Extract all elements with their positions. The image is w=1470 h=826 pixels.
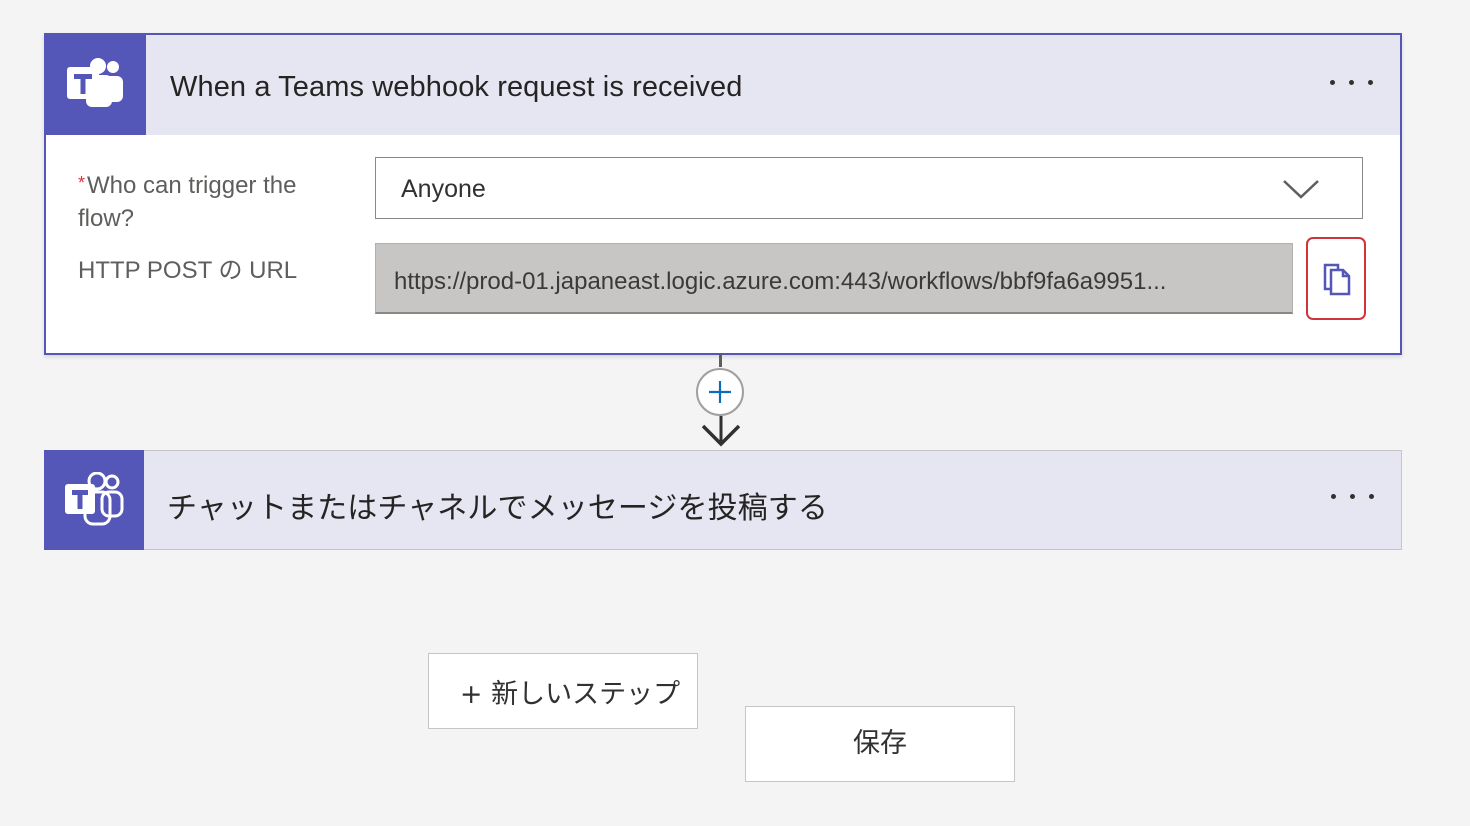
more-dot: [1350, 494, 1355, 499]
trigger-more-options-button[interactable]: [1328, 71, 1378, 93]
new-step-label: + 新しいステップ: [459, 679, 681, 710]
trigger-card[interactable]: When a Teams webhook request is received…: [44, 33, 1402, 355]
who-can-trigger-dropdown[interactable]: Anyone: [375, 157, 1363, 219]
more-dot: [1349, 80, 1354, 85]
teams-icon: [44, 450, 144, 550]
trigger-card-header[interactable]: When a Teams webhook request is received: [46, 35, 1400, 135]
teams-icon: [46, 35, 146, 135]
action-more-options-button[interactable]: [1329, 485, 1379, 507]
connector-line: [719, 353, 722, 367]
insert-step-button[interactable]: [696, 368, 744, 416]
http-post-url-field[interactable]: https://prod-01.japaneast.logic.azure.co…: [375, 243, 1293, 314]
plus-icon: [709, 381, 731, 403]
action-title: チャットまたはチャネルでメッセージを投稿する: [167, 491, 828, 526]
chevron-down-icon: [1282, 178, 1320, 205]
trigger-title: When a Teams webhook request is received: [170, 71, 743, 103]
required-marker: *: [78, 173, 86, 193]
http-post-url-value: https://prod-01.japaneast.logic.azure.co…: [394, 268, 1167, 295]
more-horizontal-icon: [1331, 494, 1336, 499]
more-dot: [1369, 494, 1374, 499]
action-card[interactable]: チャットまたはチャネルでメッセージを投稿する: [44, 450, 1402, 550]
dropdown-selected-value: Anyone: [401, 175, 486, 203]
more-horizontal-icon: [1330, 80, 1335, 85]
more-dot: [1368, 80, 1373, 85]
new-step-button[interactable]: + 新しいステップ: [428, 653, 698, 729]
who-can-trigger-label-text: Who can trigger the flow?: [78, 172, 297, 232]
copy-url-button[interactable]: [1306, 237, 1366, 320]
http-post-url-label: HTTP POST の URL: [78, 257, 298, 284]
save-button[interactable]: 保存: [745, 706, 1015, 782]
who-can-trigger-label: *Who can trigger the flow?: [78, 169, 348, 235]
arrow-down-icon: [699, 416, 743, 453]
